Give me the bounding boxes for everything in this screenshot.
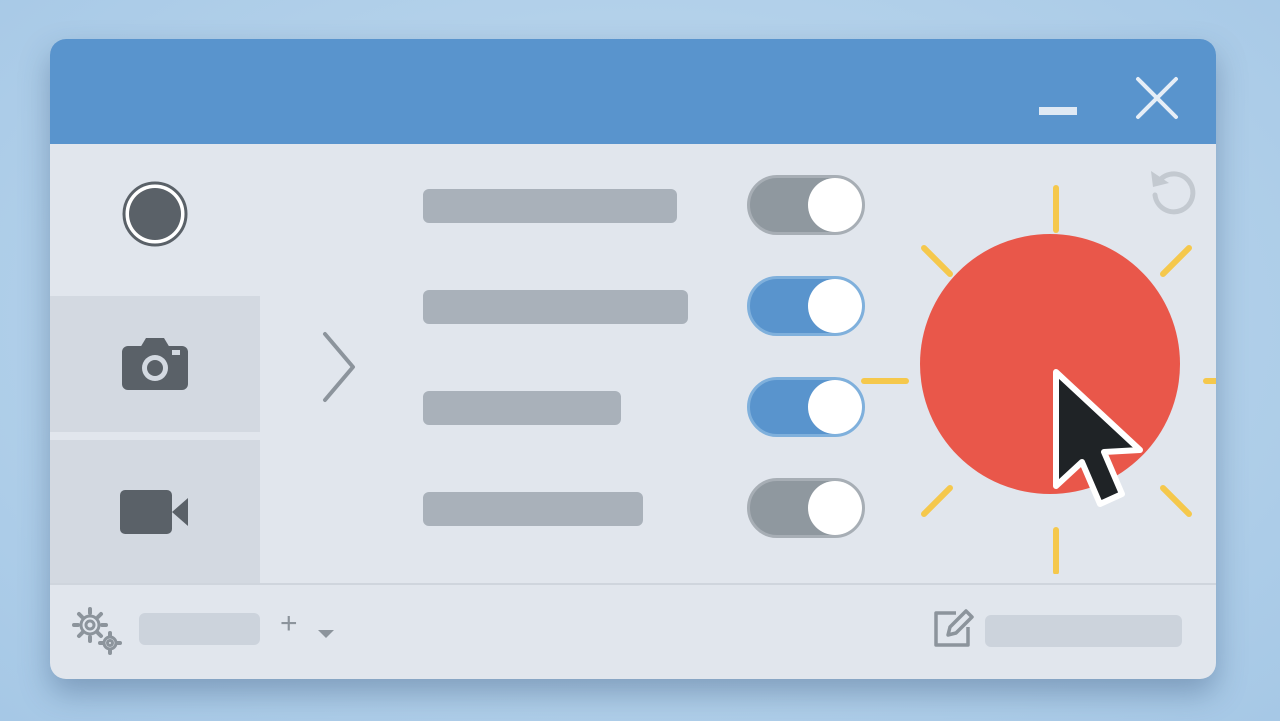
profile-selector-placeholder[interactable]: [139, 613, 260, 645]
row-label-placeholder: [423, 391, 621, 425]
row-label-placeholder: [423, 290, 688, 324]
toggle-switch[interactable]: [747, 175, 865, 235]
sidebar: [50, 144, 260, 584]
title-bar: [50, 39, 1216, 144]
edit-field-placeholder[interactable]: [985, 615, 1182, 647]
chevron-right-icon[interactable]: [320, 329, 360, 405]
toggle-knob: [808, 481, 862, 535]
toggle-switch[interactable]: [747, 478, 865, 538]
row-label-placeholder: [423, 189, 677, 223]
close-icon[interactable]: [1132, 73, 1182, 123]
sidebar-item-video[interactable]: [50, 440, 260, 584]
toggle-switch[interactable]: [747, 276, 865, 336]
caret-down-icon[interactable]: [316, 628, 336, 640]
sidebar-item-record[interactable]: [50, 144, 260, 296]
toggle-knob: [808, 380, 862, 434]
record-icon: [122, 181, 188, 247]
row-label-placeholder: [423, 492, 643, 526]
toggle-switch[interactable]: [747, 377, 865, 437]
sidebar-item-screenshot[interactable]: [50, 296, 260, 432]
video-camera-icon: [120, 490, 188, 534]
minimize-icon[interactable]: [1035, 99, 1079, 123]
app-window: +: [50, 39, 1216, 679]
toggle-knob: [808, 279, 862, 333]
camera-icon: [122, 338, 188, 390]
gears-icon[interactable]: [70, 605, 126, 657]
edit-icon[interactable]: [930, 607, 974, 651]
record-button[interactable]: [860, 184, 1216, 574]
toggle-knob: [808, 178, 862, 232]
footer-divider: [50, 583, 1216, 585]
add-button[interactable]: +: [280, 607, 298, 641]
record-circle[interactable]: [920, 234, 1180, 494]
